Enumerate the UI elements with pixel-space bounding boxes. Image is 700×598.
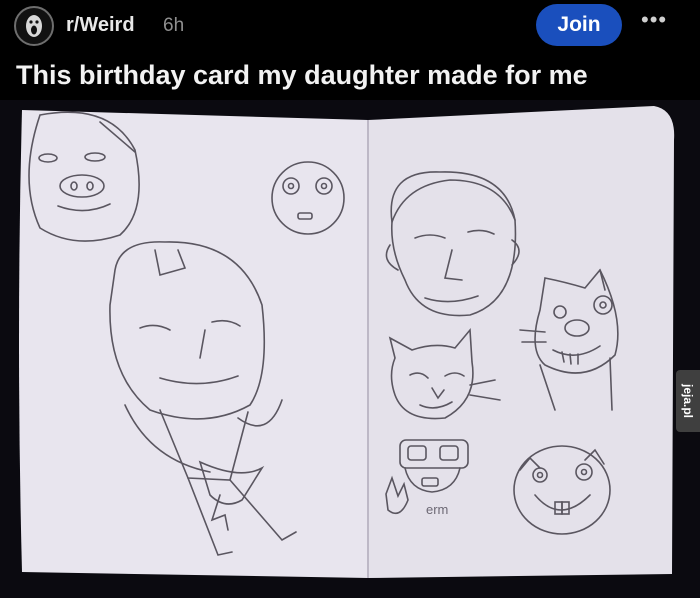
watermark-tab: jeja.pl: [676, 370, 700, 432]
birthday-card-drawing: erm: [19, 106, 675, 578]
post-age: 6h: [163, 15, 185, 36]
screaming-face-icon: [26, 15, 42, 37]
post-header: r/Weird 6h Join •••: [0, 0, 700, 56]
post-image[interactable]: erm jeja.pl: [0, 100, 700, 598]
subreddit-avatar[interactable]: [14, 6, 54, 46]
join-button[interactable]: Join: [536, 4, 622, 46]
more-options-icon[interactable]: •••: [641, 7, 667, 33]
watermark-text: jeja.pl: [681, 383, 695, 419]
post-title[interactable]: This birthday card my daughter made for …: [16, 60, 588, 91]
subreddit-name[interactable]: r/Weird: [66, 14, 135, 37]
doodle-text-erm: erm: [426, 502, 448, 517]
